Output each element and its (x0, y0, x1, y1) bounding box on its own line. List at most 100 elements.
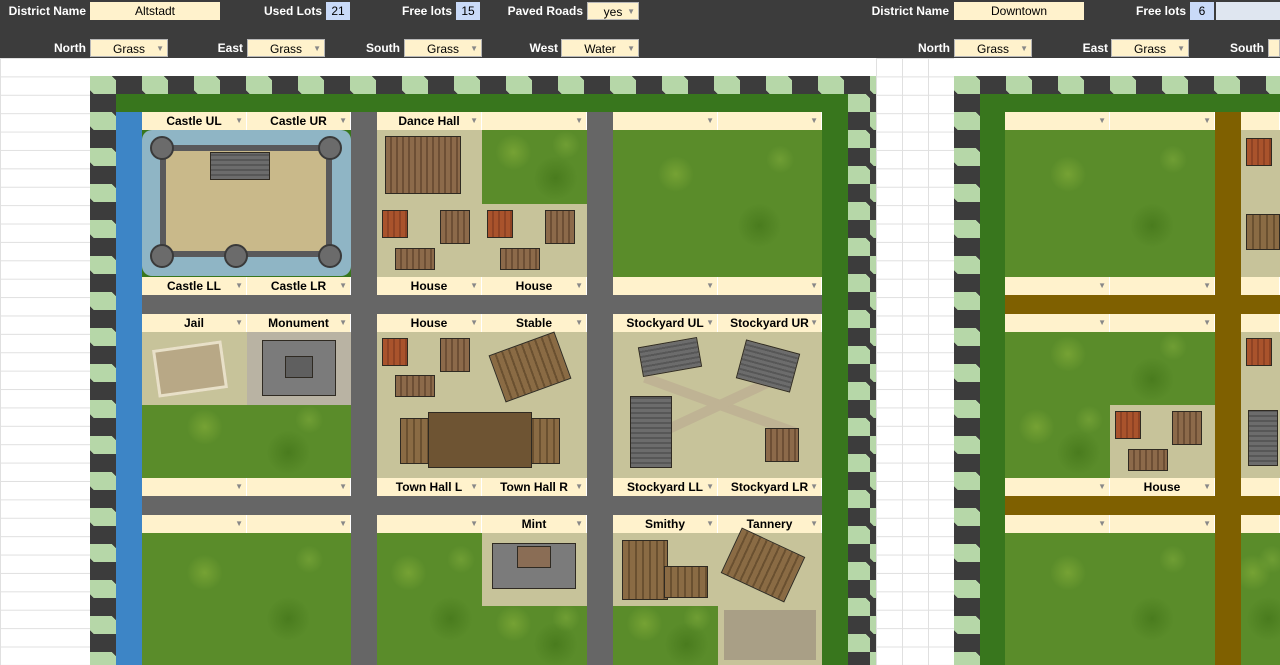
right-free-lots-extra (1216, 2, 1280, 20)
lot-caption[interactable]: Tannery ▼ (718, 515, 822, 533)
dropdown-arrow-icon: ▼ (313, 44, 321, 53)
right-lot-caption[interactable]: ▼ (1110, 277, 1215, 295)
right-free-lots-label: Free lots (1135, 4, 1186, 18)
right-lot-caption-partial[interactable] (1241, 112, 1280, 130)
grass-tile (482, 606, 587, 665)
right-lot-caption[interactable]: ▼ (1005, 478, 1110, 496)
grass-tile (613, 606, 718, 665)
right-lot-caption[interactable]: ▼ (1005, 112, 1110, 130)
spreadsheet-grid-middle (876, 58, 954, 665)
right-lot-caption[interactable]: ▼ (1005, 314, 1110, 332)
lot-caption[interactable]: ▼ (718, 277, 822, 295)
lot-caption[interactable]: Dance Hall ▼ (377, 112, 482, 130)
free-lots-label: Free lots (401, 4, 452, 18)
lot-caption[interactable]: Mint ▼ (482, 515, 587, 533)
free-lots-value: 15 (456, 2, 480, 20)
lot-caption[interactable]: Castle UL ▼ (142, 112, 247, 130)
lot-caption[interactable]: Town Hall L ▼ (377, 478, 482, 496)
jail-building (152, 340, 228, 398)
lot-caption[interactable]: ▼ (142, 515, 247, 533)
west-dropdown[interactable]: Water ▼ (561, 39, 639, 57)
lot-caption[interactable]: Stable ▼ (482, 314, 587, 332)
district-name-field[interactable]: Altstadt (90, 2, 220, 20)
house-roof (500, 248, 540, 270)
dropdown-arrow-icon: ▼ (235, 318, 243, 327)
lot-caption[interactable]: ▼ (613, 277, 718, 295)
horizontal-road-1 (142, 295, 822, 315)
lot-caption[interactable]: Castle LR ▼ (247, 277, 351, 295)
castle-tower (150, 136, 174, 160)
right-lot-caption[interactable]: ▼ (1110, 515, 1215, 533)
right-lot-caption-partial[interactable] (1241, 314, 1280, 332)
dropdown-arrow-icon: ▼ (156, 44, 164, 53)
right-lot-caption[interactable]: ▼ (1110, 314, 1215, 332)
right-district-name-field[interactable]: Downtown (954, 2, 1084, 20)
lot-caption[interactable]: ▼ (613, 112, 718, 130)
smithy-building (622, 540, 668, 600)
lot-caption[interactable]: House ▼ (482, 277, 587, 295)
dropdown-arrow-icon: ▼ (627, 7, 635, 16)
lot-caption[interactable]: Stockyard UL ▼ (613, 314, 718, 332)
lot-caption[interactable]: House ▼ (377, 277, 482, 295)
lot-caption[interactable]: Monument ▼ (247, 314, 351, 332)
used-lots-label: Used Lots (263, 4, 322, 18)
paved-roads-dropdown[interactable]: yes ▼ (587, 2, 639, 20)
lot-caption[interactable]: Castle UR ▼ (247, 112, 351, 130)
grass-tile (142, 533, 351, 665)
castle-tower (318, 244, 342, 268)
right-lot-caption-partial[interactable] (1241, 277, 1280, 295)
town-hall-center (428, 412, 532, 468)
house-roof (382, 210, 408, 238)
right-south-label: South (1230, 41, 1264, 55)
dropdown-arrow-icon: ▼ (810, 281, 818, 290)
south-dropdown[interactable]: Grass ▼ (404, 39, 482, 57)
lot-caption[interactable]: ▼ (247, 478, 351, 496)
lot-caption[interactable]: ▼ (142, 478, 247, 496)
lot-caption[interactable]: ▼ (482, 112, 587, 130)
right-lot-caption[interactable]: ▼ (1005, 515, 1110, 533)
house-roof (1246, 338, 1272, 366)
mint-top (517, 546, 551, 568)
lot-caption[interactable]: ▼ (247, 515, 351, 533)
dropdown-arrow-icon: ▼ (810, 318, 818, 327)
dropdown-arrow-icon: ▼ (575, 281, 583, 290)
right-east-dropdown[interactable]: Grass ▼ (1111, 39, 1189, 57)
north-label: North (54, 41, 86, 55)
dropdown-arrow-icon: ▼ (706, 116, 714, 125)
north-dropdown[interactable]: Grass ▼ (90, 39, 168, 57)
right-lot-caption-partial[interactable] (1241, 515, 1280, 533)
right-north-dropdown[interactable]: Grass ▼ (954, 39, 1032, 57)
lot-caption[interactable]: Smithy ▼ (613, 515, 718, 533)
dropdown-arrow-icon: ▼ (706, 519, 714, 528)
dropdown-arrow-icon: ▼ (1098, 519, 1106, 528)
east-dropdown[interactable]: Grass ▼ (247, 39, 325, 57)
right-lot-caption[interactable]: ▼ (1110, 112, 1215, 130)
right-lot-caption-partial[interactable] (1241, 478, 1280, 496)
district-name-label: District Name (8, 4, 86, 18)
right-south-field[interactable] (1268, 39, 1280, 57)
house-roof (1115, 411, 1141, 439)
grass-tile (377, 533, 482, 665)
right-lot-caption[interactable]: House ▼ (1110, 478, 1215, 496)
lot-caption[interactable]: Stockyard UR ▼ (718, 314, 822, 332)
used-lots-value: 21 (326, 2, 350, 20)
lot-caption[interactable]: Castle LL ▼ (142, 277, 247, 295)
smithy-building (664, 566, 708, 598)
lot-caption[interactable]: Town Hall R ▼ (482, 478, 587, 496)
lot-caption[interactable]: Stockyard LL ▼ (613, 478, 718, 496)
lot-caption[interactable]: ▼ (718, 112, 822, 130)
castle-tower (318, 136, 342, 160)
right-horizontal-road-2 (1005, 496, 1280, 516)
lot-caption[interactable]: House ▼ (377, 314, 482, 332)
lot-caption[interactable]: ▼ (377, 515, 482, 533)
grass-tile (613, 130, 822, 277)
vertical-road-1 (351, 112, 377, 665)
west-water-border (116, 112, 142, 665)
lot-caption[interactable]: Stockyard LR ▼ (718, 478, 822, 496)
dropdown-arrow-icon: ▼ (470, 318, 478, 327)
dance-hall-building (385, 136, 461, 194)
lot-caption[interactable]: Jail ▼ (142, 314, 247, 332)
right-lot-caption[interactable]: ▼ (1005, 277, 1110, 295)
right-horizontal-road-1 (1005, 295, 1280, 315)
dropdown-arrow-icon: ▼ (575, 482, 583, 491)
